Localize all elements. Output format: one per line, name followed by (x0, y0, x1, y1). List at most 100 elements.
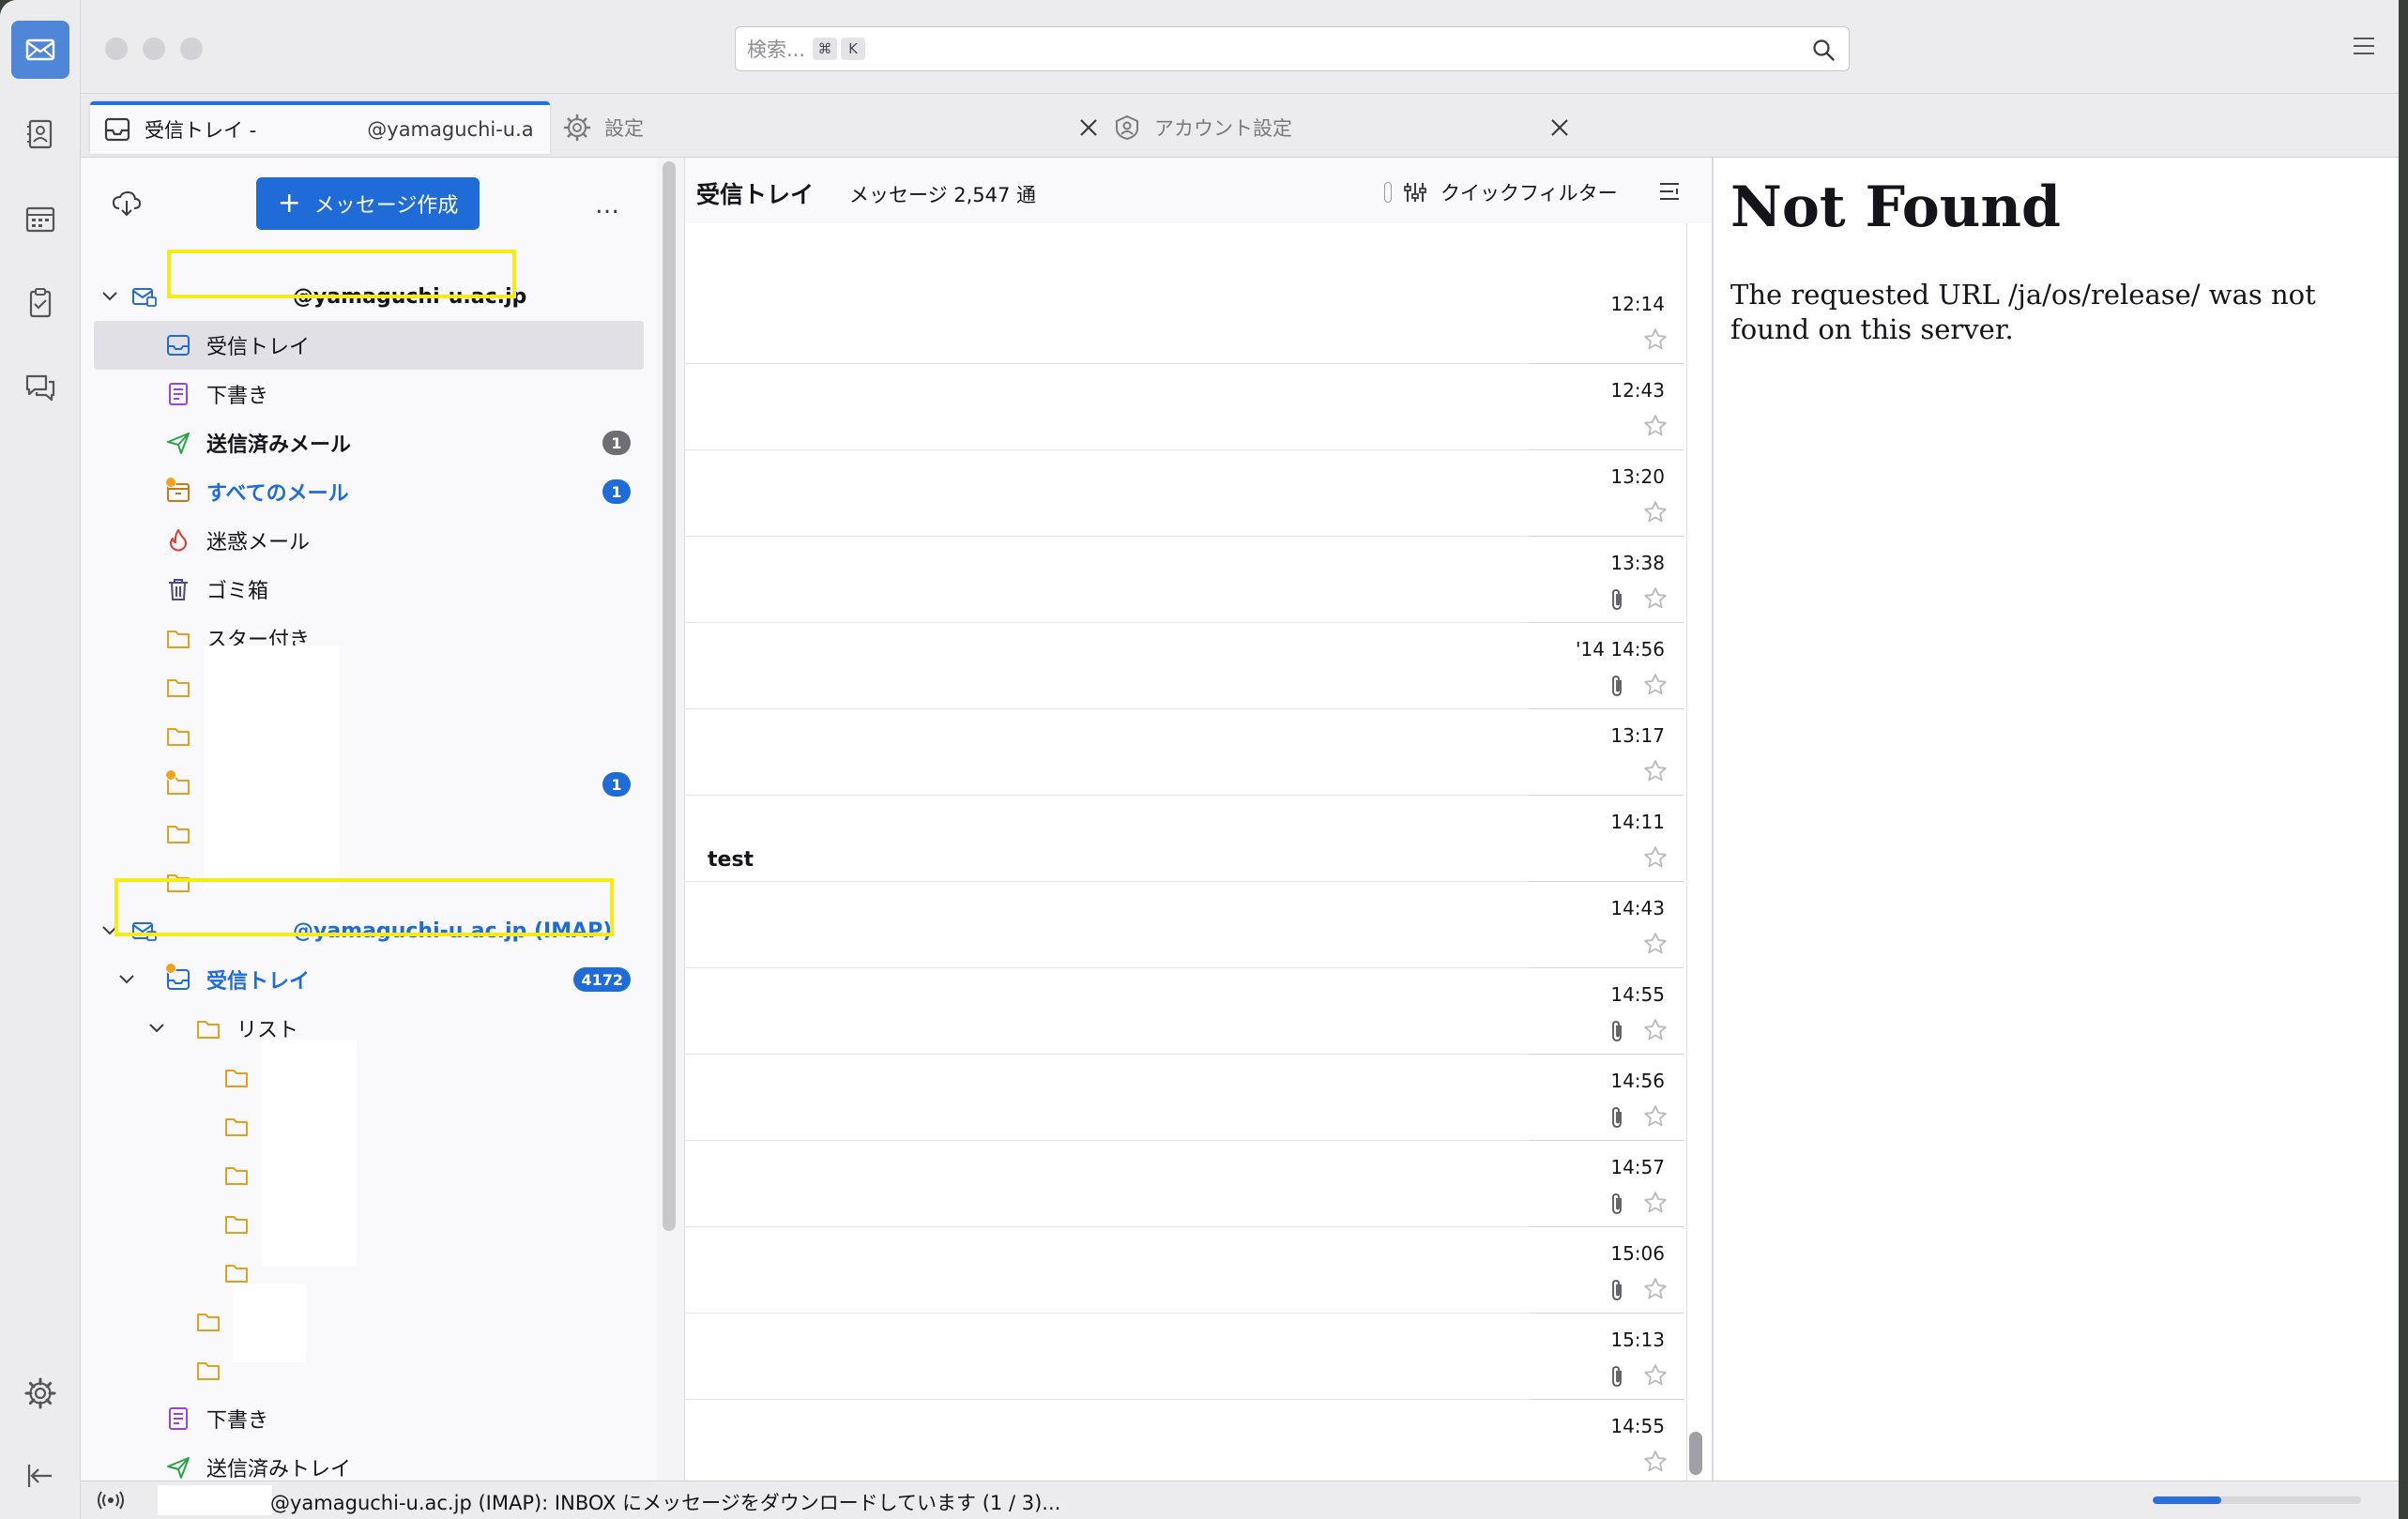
folder-all-mail[interactable]: すべてのメール 1 (94, 467, 644, 516)
close-icon[interactable] (1548, 116, 1571, 139)
collapse-left-icon (27, 1465, 52, 1487)
thread-pane-scrollbar[interactable] (1689, 1432, 1702, 1475)
star-icon[interactable] (1642, 327, 1669, 353)
drafts-icon (169, 383, 188, 405)
star-icon[interactable] (1642, 1362, 1669, 1389)
folder-inbox[interactable]: 受信トレイ (94, 321, 644, 370)
message-row[interactable]: 12:43 (685, 364, 1684, 450)
mail-space-button[interactable] (11, 21, 69, 79)
folder-redacted[interactable]: 1 (94, 760, 644, 809)
folder-icon (167, 679, 190, 697)
message-row[interactable]: 14:55 (685, 1400, 1684, 1481)
online-status-icon[interactable] (98, 1489, 124, 1511)
folder-redacted[interactable] (94, 1150, 644, 1199)
star-icon[interactable] (1642, 1103, 1669, 1130)
app-menu-icon[interactable] (2352, 36, 2376, 56)
new-mail-dot (165, 963, 176, 974)
close-icon[interactable] (1077, 116, 1100, 139)
settings-space-button[interactable] (11, 1364, 69, 1422)
message-row[interactable]: 13:20 (685, 450, 1684, 537)
tab-settings[interactable]: 設定 (563, 101, 1100, 154)
message-row[interactable]: 15:06 (685, 1227, 1684, 1314)
folder-pane: + メッセージ作成 … @yamaguchi-u.ac.jp 受信トレイ 下書き… (81, 158, 657, 1481)
quick-filter-label: クイックフィルター (1440, 182, 1618, 205)
calendar-button[interactable] (11, 190, 69, 248)
message-row[interactable]: 13:38 (685, 537, 1684, 623)
folder-redacted[interactable] (94, 1248, 644, 1297)
message-row[interactable]: 14:43 (685, 882, 1684, 968)
date-column: 12:14 (1530, 278, 1684, 364)
attachment-icon (1612, 1366, 1622, 1387)
address-book-button[interactable] (11, 105, 69, 163)
folder-icon (197, 1021, 220, 1039)
folder-redacted[interactable] (94, 1101, 644, 1150)
message-date: 14:43 (1610, 897, 1665, 919)
message-row[interactable]: '14 14:56 (685, 623, 1684, 709)
quick-filter-button[interactable]: クイックフィルター (1384, 178, 1618, 206)
star-icon[interactable] (1642, 499, 1669, 525)
star-icon[interactable] (1642, 1276, 1669, 1302)
star-icon[interactable] (1642, 1190, 1669, 1216)
folder-sent[interactable]: 送信済みメール 1 (94, 418, 644, 467)
folder-redacted[interactable] (94, 1345, 644, 1394)
collapse-spaces-button[interactable] (11, 1447, 69, 1505)
star-icon[interactable] (1642, 1449, 1669, 1475)
folder-junk[interactable]: 迷惑メール (94, 516, 644, 565)
window-zoom-button[interactable] (180, 38, 203, 60)
message-row[interactable]: 15:13 (685, 1314, 1684, 1400)
folder-icon (197, 1362, 220, 1380)
star-icon[interactable] (1642, 413, 1669, 439)
folder-redacted[interactable] (94, 809, 644, 858)
message-pane: Not Found The requested URL /ja/os/relea… (1712, 158, 2399, 1481)
folder-imap-drafts[interactable]: 下書き (94, 1394, 644, 1443)
message-row[interactable]: 14:56 (685, 1055, 1684, 1141)
display-options-icon[interactable] (1657, 180, 1682, 205)
folder-redacted[interactable] (94, 1297, 644, 1345)
message-row[interactable]: 14:57 (685, 1141, 1684, 1227)
folder-label: ゴミ箱 (206, 580, 269, 603)
tab-inbox-label-prefix: 受信トレイ - (145, 119, 257, 142)
folder-redacted[interactable] (94, 1199, 644, 1248)
folder-icon (225, 1216, 248, 1234)
global-search-box[interactable]: 検索... ⌘ K (735, 26, 1850, 71)
message-row[interactable]: 14:11 test (685, 796, 1684, 882)
folder-icon (167, 630, 190, 648)
drafts-icon (169, 1407, 188, 1430)
folder-list[interactable]: リスト (94, 1004, 644, 1053)
window-minimize-button[interactable] (143, 38, 165, 60)
folder-drafts[interactable]: 下書き (94, 370, 644, 418)
message-row[interactable]: 14:55 (685, 968, 1684, 1055)
star-icon[interactable] (1642, 931, 1669, 957)
tab-account-settings[interactable]: アカウント設定 (1113, 101, 1571, 154)
folder-pane-scrollbar[interactable] (663, 161, 676, 1231)
chat-button[interactable] (11, 358, 69, 417)
trash-icon (169, 579, 188, 600)
folder-starred[interactable]: スター付き (94, 614, 644, 662)
window-close-button[interactable] (105, 38, 128, 60)
folder-imap-sent[interactable]: 送信済みトレイ (94, 1443, 644, 1481)
folder-trash[interactable]: ゴミ箱 (94, 565, 644, 614)
tab-inbox[interactable]: 受信トレイ - @yamaguchi-u.a (90, 101, 550, 154)
folder-redacted[interactable] (94, 1053, 644, 1101)
gear-icon (563, 114, 591, 142)
message-row[interactable]: 13:17 (685, 709, 1684, 796)
star-icon[interactable] (1642, 1017, 1669, 1043)
folder-pane-more-button[interactable]: … (595, 191, 620, 220)
mail-icon (25, 38, 55, 61)
star-icon[interactable] (1642, 758, 1669, 784)
chevron-down-icon[interactable] (99, 286, 120, 307)
get-messages-icon[interactable] (111, 190, 143, 218)
chevron-down-icon[interactable] (116, 969, 137, 990)
folder-imap-inbox[interactable]: 受信トレイ 4172 (94, 955, 644, 1004)
message-row[interactable]: 12:14 (685, 278, 1684, 364)
tasks-button[interactable] (11, 274, 69, 332)
date-column: 14:43 (1530, 882, 1684, 968)
star-icon[interactable] (1642, 672, 1669, 698)
star-icon[interactable] (1642, 844, 1669, 871)
chevron-down-icon[interactable] (146, 1018, 167, 1039)
folder-redacted[interactable] (94, 711, 644, 760)
compose-button[interactable]: + メッセージ作成 (256, 177, 480, 230)
star-icon[interactable] (1642, 585, 1669, 612)
folder-redacted[interactable] (94, 662, 644, 711)
message-date: 14:11 (1610, 811, 1665, 833)
